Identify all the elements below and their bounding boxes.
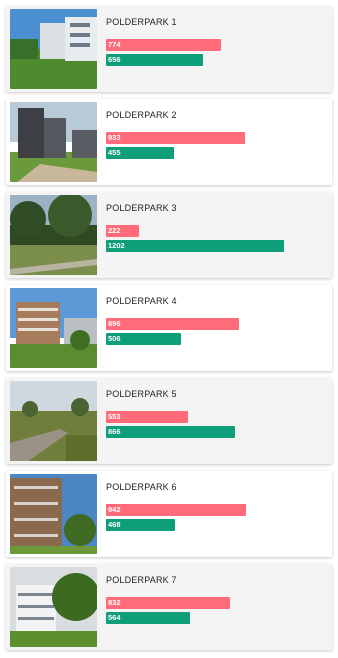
park-title: POLDERPARK 4 [106, 296, 177, 306]
pink-bar: 222 [106, 225, 139, 237]
green-value: 506 [108, 334, 121, 343]
green-bar: 656 [106, 54, 203, 66]
pink-value: 933 [108, 133, 121, 142]
pink-value: 222 [108, 226, 121, 235]
park-photo-7 [10, 567, 97, 647]
pink-bar: 933 [106, 132, 245, 144]
park-title: POLDERPARK 3 [106, 203, 177, 213]
park-title: POLDERPARK 5 [106, 389, 177, 399]
green-value: 468 [108, 520, 121, 529]
green-bar: 564 [106, 612, 190, 624]
park-title: POLDERPARK 7 [106, 575, 177, 585]
green-value: 455 [108, 148, 121, 157]
green-value: 564 [108, 613, 121, 622]
park-title: POLDERPARK 6 [106, 482, 177, 492]
green-bar: 455 [106, 147, 174, 159]
pink-bar: 553 [106, 411, 188, 423]
green-bar: 866 [106, 426, 235, 438]
park-title: POLDERPARK 2 [106, 110, 177, 120]
green-bar: 506 [106, 333, 181, 345]
pink-value: 896 [108, 319, 121, 328]
park-photo-1 [10, 9, 97, 89]
park-photo-5 [10, 381, 97, 461]
green-bar: 468 [106, 519, 175, 531]
pink-value: 774 [108, 40, 121, 49]
pink-value: 942 [108, 505, 121, 514]
pink-bar: 942 [106, 504, 246, 516]
park-photo-2 [10, 102, 97, 182]
park-card-7[interactable]: POLDERPARK 7 832 564 [6, 564, 332, 650]
pink-value: 832 [108, 598, 121, 607]
park-list: POLDERPARK 1 774 656 POLDERPARK 2 933 45… [6, 6, 338, 658]
park-photo-3 [10, 195, 97, 275]
park-card-4[interactable]: POLDERPARK 4 896 506 [6, 285, 332, 371]
park-card-3[interactable]: POLDERPARK 3 222 1202 [6, 192, 332, 278]
pink-value: 553 [108, 412, 121, 421]
park-photo-4 [10, 288, 97, 368]
park-photo-6 [10, 474, 97, 554]
park-card-6[interactable]: POLDERPARK 6 942 468 [6, 471, 332, 557]
park-card-2[interactable]: POLDERPARK 2 933 455 [6, 99, 332, 185]
pink-bar: 896 [106, 318, 239, 330]
park-card-1[interactable]: POLDERPARK 1 774 656 [6, 6, 332, 92]
green-bar: 1202 [106, 240, 284, 252]
pink-bar: 832 [106, 597, 230, 609]
park-card-5[interactable]: POLDERPARK 5 553 866 [6, 378, 332, 464]
park-title: POLDERPARK 1 [106, 17, 177, 27]
green-value: 1202 [108, 241, 125, 250]
green-value: 656 [108, 55, 121, 64]
green-value: 866 [108, 427, 121, 436]
pink-bar: 774 [106, 39, 221, 51]
